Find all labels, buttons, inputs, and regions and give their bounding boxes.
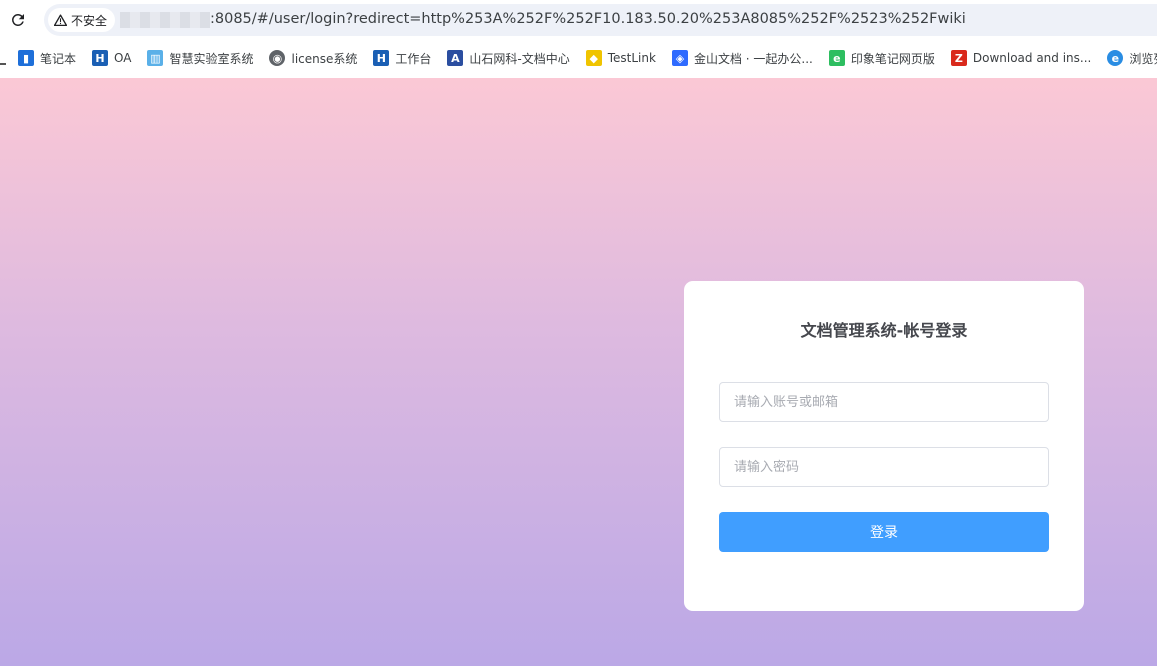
bookmark-item[interactable]: e 浏览列 [1107,50,1157,67]
bookmark-label: license系统 [291,51,358,66]
address-bar-row: 不安全 :8085/#/user/login?redirect=http%253… [0,0,1157,40]
bookmark-item[interactable]: Z Download and ins... [950,50,1092,66]
login-button[interactable]: 登录 [719,512,1049,552]
bookmark-item[interactable]: ◉ license系统 [269,50,357,67]
h-logo-icon: H [373,50,390,66]
site-security-chip[interactable]: 不安全 [48,8,116,32]
url-text[interactable]: :8085/#/user/login?redirect=http%253A%25… [210,11,966,27]
browser-chrome: 不安全 :8085/#/user/login?redirect=http%253… [0,0,1157,78]
security-label: 不安全 [71,13,108,28]
bookmark-label: 浏览列 [1129,51,1157,66]
bookmark-item[interactable]: H OA [92,50,131,66]
bookmarks-bar: ▮ 笔记本 H OA ▥ 智慧实验室系统 ◉ license系统 H 工作台 A 山石网科-文档中心 ◆… [0,44,1157,72]
bookmark-item[interactable]: ◆ TestLink [585,50,656,66]
globe-icon: ◉ [269,50,286,66]
red-z-icon: Z [950,50,967,66]
bookmark-item[interactable]: H 工作台 [373,50,431,67]
bookmark-label: 笔记本 [40,51,77,66]
bookmark-label: 印象笔记网页版 [850,51,935,66]
login-title: 文档管理系统-帐号登录 [800,321,968,340]
bookmark-overflow-edge [0,63,6,65]
password-input[interactable] [719,447,1049,487]
bookmark-label: 工作台 [395,51,432,66]
bookmark-item[interactable]: e 印象笔记网页版 [828,50,935,67]
bookmark-label: Download and ins... [972,51,1092,65]
omnibox[interactable]: 不安全 :8085/#/user/login?redirect=http%253… [44,4,1157,36]
notebook-icon: ▮ [18,50,34,66]
kdocs-icon: ◈ [671,50,688,66]
login-page-background: 文档管理系统-帐号登录 登录 [0,78,1157,666]
bookmark-label: 智慧实验室系统 [169,51,254,66]
h-logo-icon: H [92,50,109,66]
bookmark-label: OA [114,51,132,65]
evernote-icon: e [828,50,845,66]
warning-icon [54,14,67,26]
bookmark-item[interactable]: ▥ 智慧实验室系统 [147,50,253,67]
bookmark-item[interactable]: A 山石网科-文档中心 [447,50,570,67]
bookmark-item[interactable]: ◈ 金山文档 · 一起办公... [671,50,813,67]
testlink-icon: ◆ [585,50,602,66]
document-center-icon: A [447,50,464,66]
bookmark-item[interactable]: ▮ 笔记本 [18,50,76,67]
bookmark-label: 金山文档 · 一起办公... [693,51,813,66]
cube-icon: ▥ [147,50,164,66]
account-input[interactable] [719,382,1049,422]
login-card: 文档管理系统-帐号登录 登录 [684,281,1084,611]
bookmark-label: 山石网科-文档中心 [469,51,570,66]
reload-icon[interactable] [9,11,27,29]
url-redacted-host [120,12,210,28]
browser-e-icon: e [1107,50,1124,66]
bookmark-label: TestLink [607,51,656,65]
